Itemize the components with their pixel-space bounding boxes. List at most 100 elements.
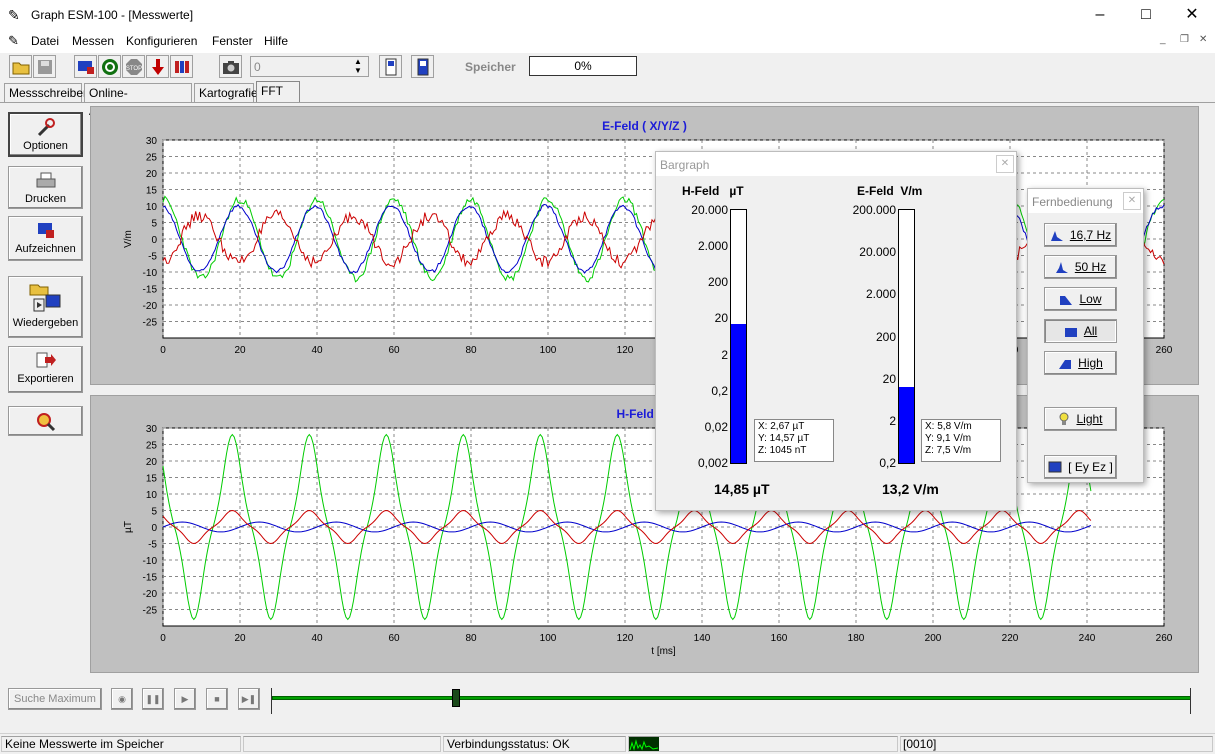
spin-arrows-icon[interactable]: ▲ ▼ <box>354 57 362 75</box>
save-button[interactable] <box>33 55 56 78</box>
slider-thumb[interactable] <box>451 689 460 707</box>
download-button[interactable] <box>146 55 169 78</box>
remote-16hz-label: 16,7 Hz <box>1069 228 1112 242</box>
remote-all-button[interactable]: All <box>1044 319 1117 343</box>
target-icon <box>101 58 118 75</box>
step-forward-button[interactable]: ▶❚ <box>238 688 260 710</box>
menu-messen[interactable]: Messen <box>72 34 114 48</box>
h-field-readout: X: 2,67 µT Y: 14,57 µT Z: 1045 nT <box>754 419 834 462</box>
menu-fenster[interactable]: Fenster <box>212 34 253 48</box>
allpass-icon <box>1064 328 1077 337</box>
tab-divider <box>0 102 1215 103</box>
remote-low-label: Low <box>1079 292 1102 306</box>
h-field-gauge <box>730 209 747 464</box>
bargraph-close-button[interactable]: ✕ <box>996 155 1014 173</box>
measure-button[interactable] <box>74 55 97 78</box>
zoom-button[interactable] <box>8 406 83 436</box>
x-tick-label: 0 <box>160 633 166 644</box>
remote-all-label: All <box>1083 324 1098 338</box>
y-tick-label: 30 <box>146 136 158 147</box>
x-tick-label: 140 <box>694 633 711 644</box>
spin-field[interactable]: 0 ▲ ▼ <box>250 56 369 77</box>
status-bar: Keine Messwerte im Speicher Verbindungss… <box>0 733 1215 752</box>
channels-button[interactable] <box>170 55 193 78</box>
x-tick-label: 220 <box>1002 633 1019 644</box>
stop-playback-button[interactable]: ■ <box>206 688 228 710</box>
open-button[interactable] <box>9 55 32 78</box>
minimize-button[interactable]: – <box>1077 0 1123 31</box>
close-button[interactable]: ✕ <box>1169 0 1215 31</box>
pause-button[interactable]: ❚❚ <box>142 688 164 710</box>
remote-high-button[interactable]: High <box>1044 351 1117 375</box>
options-button[interactable]: Optionen <box>8 112 83 157</box>
x-tick-label: 200 <box>925 633 942 644</box>
y-tick-label: -20 <box>143 301 158 312</box>
x-tick-label: 240 <box>1079 633 1096 644</box>
scale-label: 0,2 <box>711 383 728 398</box>
stop-button[interactable]: STOP <box>122 55 145 78</box>
target-button[interactable] <box>98 55 121 78</box>
remote-close-button[interactable]: ✕ <box>1123 192 1141 210</box>
x-tick-label: 60 <box>388 345 400 356</box>
slider-track <box>272 696 1191 700</box>
remote-title: Fernbedienung <box>1032 195 1113 209</box>
svg-text:STOP: STOP <box>125 66 141 72</box>
mdi-restore-button[interactable]: ❐ <box>1180 34 1189 45</box>
y-tick-label: 30 <box>146 424 158 435</box>
remote-low-button[interactable]: Low <box>1044 287 1117 311</box>
memory-progress: 0% <box>529 56 637 76</box>
record-button[interactable]: Aufzeichnen <box>8 216 83 261</box>
mdi-close-button[interactable]: ✕ <box>1199 34 1207 45</box>
menu-bar: ✎ Datei Messen Konfigurieren Fenster Hil… <box>0 31 1215 53</box>
remote-eyez-button[interactable]: [ Ey Ez ] <box>1044 455 1117 479</box>
y-tick-label: 0 <box>151 235 157 246</box>
search-max-button[interactable]: Suche Maximum <box>8 688 102 710</box>
e-field-bar-label: E-Feld V/m <box>857 184 923 198</box>
remote-light-label: Light <box>1076 412 1103 426</box>
e-field-scale: 200.000 20.000 2.000 200 20 2 0,2 <box>836 203 896 470</box>
menu-datei[interactable]: Datei <box>31 34 59 48</box>
x-tick-label: 20 <box>234 633 246 644</box>
play-record-button[interactable]: ◉ <box>111 688 133 710</box>
bargraph-title: Bargraph <box>660 158 710 172</box>
e-field-y: Y: 9,1 V/m <box>925 433 972 444</box>
disk-icon <box>37 59 52 74</box>
export-button[interactable]: Exportieren <box>8 346 83 393</box>
remote-16hz-button[interactable]: 16,7 Hz <box>1044 223 1117 247</box>
export-label: Exportieren <box>17 373 74 385</box>
tab-online-aufzeichnung[interactable]: Online-Aufzeichnung <box>84 83 192 118</box>
x-tick-label: 80 <box>465 633 477 644</box>
tab-messschreiber[interactable]: Messschreiber <box>4 83 87 103</box>
remote-50hz-button[interactable]: 50 Hz <box>1044 255 1117 279</box>
options-label: Optionen <box>23 140 68 152</box>
tab-kartografie[interactable]: Kartografie <box>194 83 258 103</box>
print-label: Drucken <box>25 193 66 205</box>
x-tick-label: 60 <box>388 633 400 644</box>
status-activity <box>628 736 898 752</box>
playback-slider[interactable] <box>268 686 1195 716</box>
playback-button[interactable]: Wiedergeben <box>8 276 83 338</box>
maximize-button[interactable]: □ <box>1123 0 1169 31</box>
print-button[interactable]: Drucken <box>8 166 83 209</box>
y-tick-label: 10 <box>146 490 158 501</box>
h-field-z: Z: 1045 nT <box>758 445 807 456</box>
remote-high-label: High <box>1078 356 1103 370</box>
remote-light-button[interactable]: Light <box>1044 407 1117 431</box>
x-tick-label: 180 <box>848 633 865 644</box>
spectrum-icon <box>1055 262 1068 273</box>
camera-button[interactable] <box>219 55 242 78</box>
slider-start-mark <box>271 688 272 714</box>
y-tick-label: 15 <box>146 186 158 197</box>
e-field-x: X: 5,8 V/m <box>925 421 972 432</box>
menu-hilfe[interactable]: Hilfe <box>264 34 288 48</box>
play-button[interactable]: ▶ <box>174 688 196 710</box>
export-icon <box>36 352 56 368</box>
tab-strip: Messschreiber Online-Aufzeichnung Kartog… <box>0 81 1215 118</box>
tab-fft[interactable]: FFT <box>256 81 300 103</box>
device-button[interactable] <box>379 55 402 78</box>
menu-konfigurieren[interactable]: Konfigurieren <box>126 34 197 48</box>
y-tick-label: -25 <box>143 606 158 617</box>
highpass-icon <box>1059 360 1072 369</box>
device2-button[interactable] <box>411 55 434 78</box>
mdi-minimize-button[interactable]: _ <box>1160 34 1166 45</box>
